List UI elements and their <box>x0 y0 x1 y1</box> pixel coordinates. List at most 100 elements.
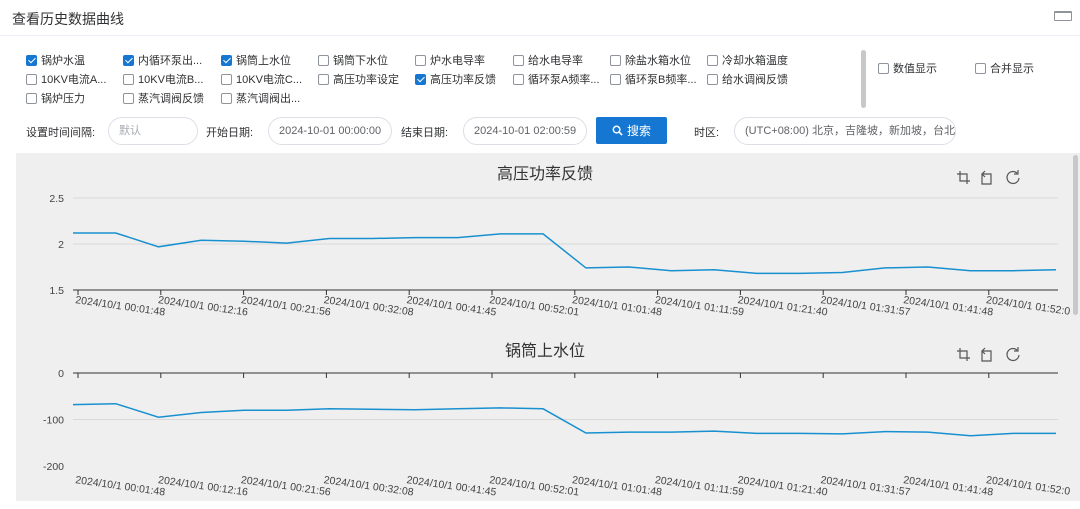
timezone-label: 时区: <box>694 127 720 139</box>
x-tick-label: 2024/10/1 01:01:48 <box>571 474 662 499</box>
signal-checkbox[interactable]: 10KV电流C... <box>221 71 302 87</box>
checkbox-box[interactable] <box>26 73 37 85</box>
signal-checkbox[interactable]: 给水调阀反馈 <box>707 71 788 87</box>
x-tick-label: 2024/10/1 00:01:48 <box>75 294 166 319</box>
maximize-icon[interactable] <box>1054 11 1072 21</box>
x-tick-label: 2024/10/1 00:41:45 <box>406 474 497 499</box>
checkbox-label: 10KV电流A... <box>41 74 107 86</box>
x-tick-label: 2024/10/1 01:31:57 <box>820 474 911 499</box>
signal-checkbox[interactable]: 炉水电导率 <box>415 52 485 68</box>
checkbox-box[interactable] <box>221 54 232 66</box>
window-titlebar: 查看历史数据曲线 <box>0 0 1080 36</box>
chart-panel: 高压功率反馈 1.5 2 2.5 2024/10/1 00:01:48 2024/10/1… <box>16 153 1080 501</box>
zoom-reset-icon <box>981 347 992 362</box>
signal-checkbox[interactable]: 高压功率反馈 <box>415 71 496 87</box>
checkbox-box[interactable] <box>610 54 621 66</box>
interval-label: 设置时间间隔: <box>26 127 96 139</box>
checkbox-box[interactable] <box>318 73 329 85</box>
chart-title: 高压功率反馈 <box>497 165 593 183</box>
signal-checkbox[interactable]: 循环泵B频率... <box>610 71 697 87</box>
checkbox-label: 蒸汽调阀出... <box>236 93 301 105</box>
zoom-reset-icon <box>981 170 992 185</box>
restore-icon <box>1006 170 1020 185</box>
checkbox-label: 合并显示 <box>990 63 1034 75</box>
start-date-input[interactable]: 2024-10-01 00:00:00 <box>268 117 392 145</box>
restore-icon <box>1006 347 1020 362</box>
checkbox-box[interactable] <box>221 73 232 85</box>
option-checkbox[interactable]: 数值显示 <box>878 60 937 76</box>
signal-checkbox[interactable]: 除盐水箱水位 <box>610 52 691 68</box>
checkbox-label: 循环泵B频率... <box>625 74 697 86</box>
x-tick-label: 2024/10/1 00:01:48 <box>75 474 166 499</box>
end-date-input[interactable]: 2024-10-01 02:00:59 <box>463 117 587 145</box>
signal-checkbox[interactable]: 锅炉水温 <box>26 52 85 68</box>
x-tick-label: 2024/10/1 00:41:45 <box>406 294 497 319</box>
checkbox-label: 炉水电导率 <box>430 55 485 67</box>
checkbox-label: 数值显示 <box>893 63 937 75</box>
checkbox-label: 内循环泵出... <box>138 55 203 67</box>
checkbox-box[interactable] <box>878 62 889 74</box>
checkbox-label: 冷却水箱温度 <box>722 55 788 67</box>
y-tick-label: 2.5 <box>49 193 64 205</box>
interval-input[interactable]: 默认 <box>108 117 198 145</box>
signal-checkbox[interactable]: 锅筒下水位 <box>318 52 388 68</box>
chart-scrollbar[interactable] <box>1073 155 1078 315</box>
signal-checkbox[interactable]: 循环泵A频率... <box>513 71 600 87</box>
checkbox-box[interactable] <box>513 54 524 66</box>
chart-title: 锅筒上水位 <box>505 342 585 360</box>
search-button-label: 搜索 <box>626 124 651 138</box>
checkbox-label: 10KV电流C... <box>236 74 303 86</box>
x-tick-label: 2024/10/1 01:52:0 <box>985 474 1071 498</box>
zoom-icon <box>957 171 970 184</box>
search-button[interactable]: 搜索 <box>596 117 667 144</box>
x-tick-label: 2024/10/1 00:12:16 <box>157 474 248 499</box>
signal-checkbox[interactable]: 给水电导率 <box>513 52 583 68</box>
checkbox-box[interactable] <box>610 73 621 85</box>
signal-checkbox[interactable]: 冷却水箱温度 <box>707 52 788 68</box>
checkbox-label: 10KV电流B... <box>138 74 204 86</box>
x-tick-label: 2024/10/1 01:21:40 <box>737 474 828 499</box>
signal-checkbox[interactable]: 锅炉压力 <box>26 90 85 106</box>
checkbox-box[interactable] <box>123 54 134 66</box>
charts-svg: 高压功率反馈1.522.52024/10/1 00:01:482024/10/1… <box>43 165 1071 499</box>
signal-checkbox[interactable]: 蒸汽调阀反馈 <box>123 90 204 106</box>
y-tick-label: 2 <box>58 239 64 251</box>
x-tick-label: 2024/10/1 01:31:57 <box>820 294 911 319</box>
x-tick-label: 2024/10/1 01:11:59 <box>654 474 745 498</box>
checkbox-box[interactable] <box>415 54 426 66</box>
checkbox-box[interactable] <box>513 73 524 85</box>
checkbox-box[interactable] <box>415 73 426 85</box>
x-tick-label: 2024/10/1 01:11:59 <box>654 294 745 318</box>
checkbox-box[interactable] <box>26 92 37 104</box>
signal-checkbox[interactable]: 锅筒上水位 <box>221 52 291 68</box>
checkbox-box[interactable] <box>318 54 329 66</box>
x-tick-label: 2024/10/1 01:01:48 <box>571 294 662 319</box>
checkbox-label: 循环泵A频率... <box>528 74 600 86</box>
checkbox-box[interactable] <box>221 92 232 104</box>
checkbox-box[interactable] <box>707 54 718 66</box>
checkbox-box[interactable] <box>123 73 134 85</box>
checkbox-box[interactable] <box>26 54 37 66</box>
signal-checkbox[interactable]: 10KV电流B... <box>123 71 203 87</box>
y-tick-label: 0 <box>58 368 64 380</box>
x-tick-label: 2024/10/1 00:21:56 <box>240 474 331 499</box>
signal-checkbox[interactable]: 内循环泵出... <box>123 52 202 68</box>
timezone-select[interactable]: (UTC+08:00) 北京，吉隆坡，新加坡，台北 <box>734 117 956 145</box>
x-tick-label: 2024/10/1 00:12:16 <box>157 294 248 319</box>
y-tick-label: 1.5 <box>49 285 64 297</box>
series-line <box>73 232 1057 275</box>
signal-checkbox[interactable]: 高压功率设定 <box>318 71 399 87</box>
checkbox-box[interactable] <box>975 62 986 74</box>
x-tick-label: 2024/10/1 00:21:56 <box>240 294 331 319</box>
search-icon <box>612 125 623 136</box>
start-date-label: 开始日期: <box>206 127 254 139</box>
signal-checkbox[interactable]: 蒸汽调阀出... <box>221 90 300 106</box>
checkbox-box[interactable] <box>707 73 718 85</box>
option-checkbox[interactable]: 合并显示 <box>975 60 1034 76</box>
signal-checkbox[interactable]: 10KV电流A... <box>26 71 106 87</box>
y-tick-label: -200 <box>43 461 64 473</box>
checkbox-box[interactable] <box>123 92 134 104</box>
checkbox-scrollbar[interactable] <box>861 50 866 108</box>
checkbox-label: 锅筒上水位 <box>236 55 291 67</box>
end-date-label: 结束日期: <box>401 127 449 139</box>
